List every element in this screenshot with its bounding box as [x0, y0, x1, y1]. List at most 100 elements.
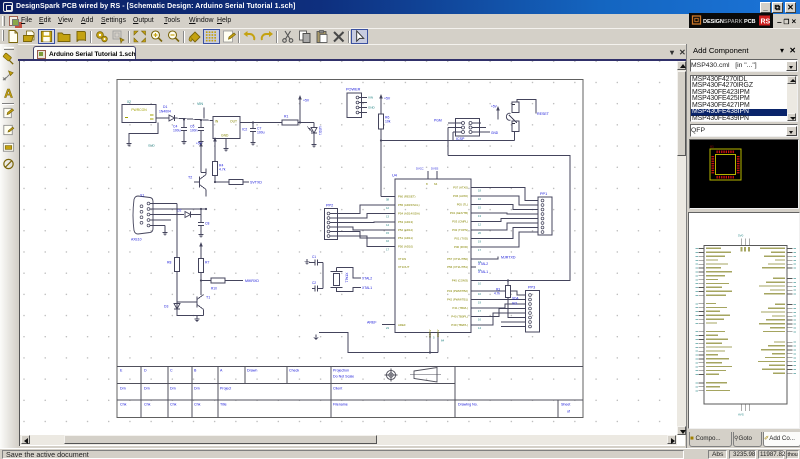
svg-text:SDA: SDA — [512, 296, 519, 300]
svg-text:14: 14 — [478, 326, 481, 330]
svg-text:Client: Client — [333, 386, 342, 390]
svg-text:Project: Project — [220, 386, 231, 390]
svg-text:P02 (TOPN): P02 (TOPN) — [452, 228, 468, 232]
svg-text:D: D — [144, 368, 147, 372]
svg-text:SVTXD: SVTXD — [250, 180, 262, 184]
svg-text:D3: D3 — [164, 304, 168, 308]
svg-text:A: A — [4, 87, 13, 100]
svg-text:+5V: +5V — [303, 98, 310, 102]
svg-text:Drn: Drn — [144, 386, 150, 390]
svg-text:Chk: Chk — [170, 402, 177, 406]
svg-text:20: 20 — [478, 231, 481, 235]
svg-text:DVCC: DVCC — [416, 166, 424, 170]
svg-text:SCL: SCL — [512, 301, 518, 305]
svg-text:P60 (RESET): P60 (RESET) — [398, 194, 416, 198]
svg-text:U4: U4 — [392, 173, 397, 177]
svg-text:P56 (XT2L/TB1): P56 (XT2L/TB1) — [447, 265, 468, 269]
svg-text:58: 58 — [386, 197, 389, 201]
svg-text:5V0: 5V0 — [738, 234, 744, 238]
svg-text:XTAL1: XTAL1 — [345, 272, 349, 282]
svg-text:15: 15 — [478, 205, 481, 209]
svg-text:R8: R8 — [167, 260, 171, 264]
svg-text:PP2: PP2 — [326, 203, 333, 207]
svg-text:P04 (AEX/TB): P04 (AEX/TB) — [450, 211, 468, 215]
svg-text:16: 16 — [386, 239, 389, 243]
svg-text:P06 (A3X0): P06 (A3X0) — [453, 194, 468, 198]
svg-text:PGM: PGM — [434, 118, 442, 122]
svg-text:Check: Check — [289, 368, 299, 372]
svg-text:P05 (TL): P05 (TL) — [457, 202, 468, 206]
svg-text:10: 10 — [478, 281, 481, 285]
svg-text:15: 15 — [386, 231, 389, 235]
svg-text:P42 (PWM/TB1): P42 (PWM/TB1) — [447, 297, 468, 301]
svg-text:Drn: Drn — [170, 386, 176, 390]
svg-text:Drawing No.: Drawing No. — [458, 402, 478, 406]
svg-text:LED1: LED1 — [318, 126, 322, 135]
svg-text:14: 14 — [386, 223, 389, 227]
svg-text:DVSS: DVSS — [431, 166, 439, 170]
svg-text:12: 12 — [478, 222, 481, 226]
svg-text:R1: R1 — [284, 114, 288, 118]
svg-text:T1: T1 — [206, 295, 210, 299]
svg-text:P51 (AD11): P51 (AD11) — [398, 236, 413, 240]
svg-text:P03 (CMPL): P03 (CMPL) — [452, 219, 468, 223]
svg-text:D1: D1 — [163, 105, 167, 109]
svg-text:VIN: VIN — [368, 95, 373, 99]
svg-text:MIKRXD: MIKRXD — [245, 279, 259, 283]
svg-text:AVCC: AVCC — [428, 329, 432, 338]
svg-text:of: of — [567, 409, 570, 413]
svg-text:Drn: Drn — [194, 386, 200, 390]
svg-text:Chk: Chk — [120, 402, 127, 406]
svg-text:AXE10: AXE10 — [131, 237, 142, 241]
svg-text:C: C — [170, 368, 173, 372]
svg-text:Projection: Projection — [333, 368, 349, 372]
svg-text:P50 (AD10): P50 (AD10) — [398, 244, 413, 248]
svg-text:P41 (TB0/L): P41 (TB0/L) — [452, 306, 468, 310]
svg-text:P00 (RXD): P00 (RXD) — [454, 245, 468, 249]
svg-text:10: 10 — [478, 292, 481, 296]
svg-text:OUT: OUT — [230, 119, 237, 123]
svg-text:Chk: Chk — [194, 402, 201, 406]
svg-text:AREF: AREF — [398, 323, 406, 327]
svg-text:P54 (AD14/SDA): P54 (AD14/SDA) — [398, 211, 420, 215]
svg-text:P40 (TB0PL): P40 (TB0PL) — [451, 314, 468, 318]
svg-text:1N4004: 1N4004 — [159, 109, 171, 113]
svg-text:100u: 100u — [173, 128, 181, 132]
svg-text:Title: Title — [220, 402, 227, 406]
svg-text:P43 (PWM/TB2): P43 (PWM/TB2) — [447, 289, 468, 293]
svg-text:XT1IN: XT1IN — [398, 257, 406, 261]
svg-text:XT1OUT: XT1OUT — [398, 265, 410, 269]
svg-text:4.7k: 4.7k — [219, 167, 226, 171]
svg-text:17: 17 — [478, 248, 481, 252]
svg-text:17: 17 — [478, 309, 481, 313]
svg-text:C1: C1 — [312, 255, 316, 259]
svg-text:X1: X1 — [140, 193, 144, 197]
svg-text:P55 (AD15/SCL): P55 (AD15/SCL) — [398, 203, 420, 207]
svg-text:X2: X2 — [127, 100, 131, 104]
svg-text:64: 64 — [441, 338, 445, 342]
svg-text:XTAL1: XTAL1 — [478, 270, 488, 274]
svg-text:C8: C8 — [205, 221, 209, 225]
svg-text:RS: RS — [761, 19, 771, 26]
svg-text:R10: R10 — [211, 286, 217, 290]
svg-text:IC2: IC2 — [242, 127, 247, 131]
svg-text:100u: 100u — [257, 130, 265, 134]
svg-text:IN: IN — [215, 119, 219, 123]
svg-text:P53 (AD13): P53 (AD13) — [398, 220, 413, 224]
svg-text:GND: GND — [221, 133, 229, 137]
svg-text:POWER: POWER — [346, 87, 361, 91]
svg-text:21: 21 — [386, 326, 390, 330]
svg-text:+5V: +5V — [196, 141, 203, 145]
svg-text:19: 19 — [478, 300, 481, 304]
svg-text:T2: T2 — [188, 175, 192, 179]
svg-text:5: 5 — [433, 335, 435, 339]
svg-text:U1: U1 — [710, 145, 714, 149]
svg-text:GND: GND — [491, 131, 499, 135]
svg-text:16: 16 — [478, 317, 481, 321]
svg-text:PWRCON: PWRCON — [131, 108, 147, 112]
svg-text:16: 16 — [478, 197, 481, 201]
svg-text:PP1: PP1 — [540, 192, 547, 196]
svg-text:GND: GND — [148, 143, 156, 147]
svg-text:13: 13 — [386, 214, 389, 218]
svg-text:Chk: Chk — [144, 402, 151, 406]
